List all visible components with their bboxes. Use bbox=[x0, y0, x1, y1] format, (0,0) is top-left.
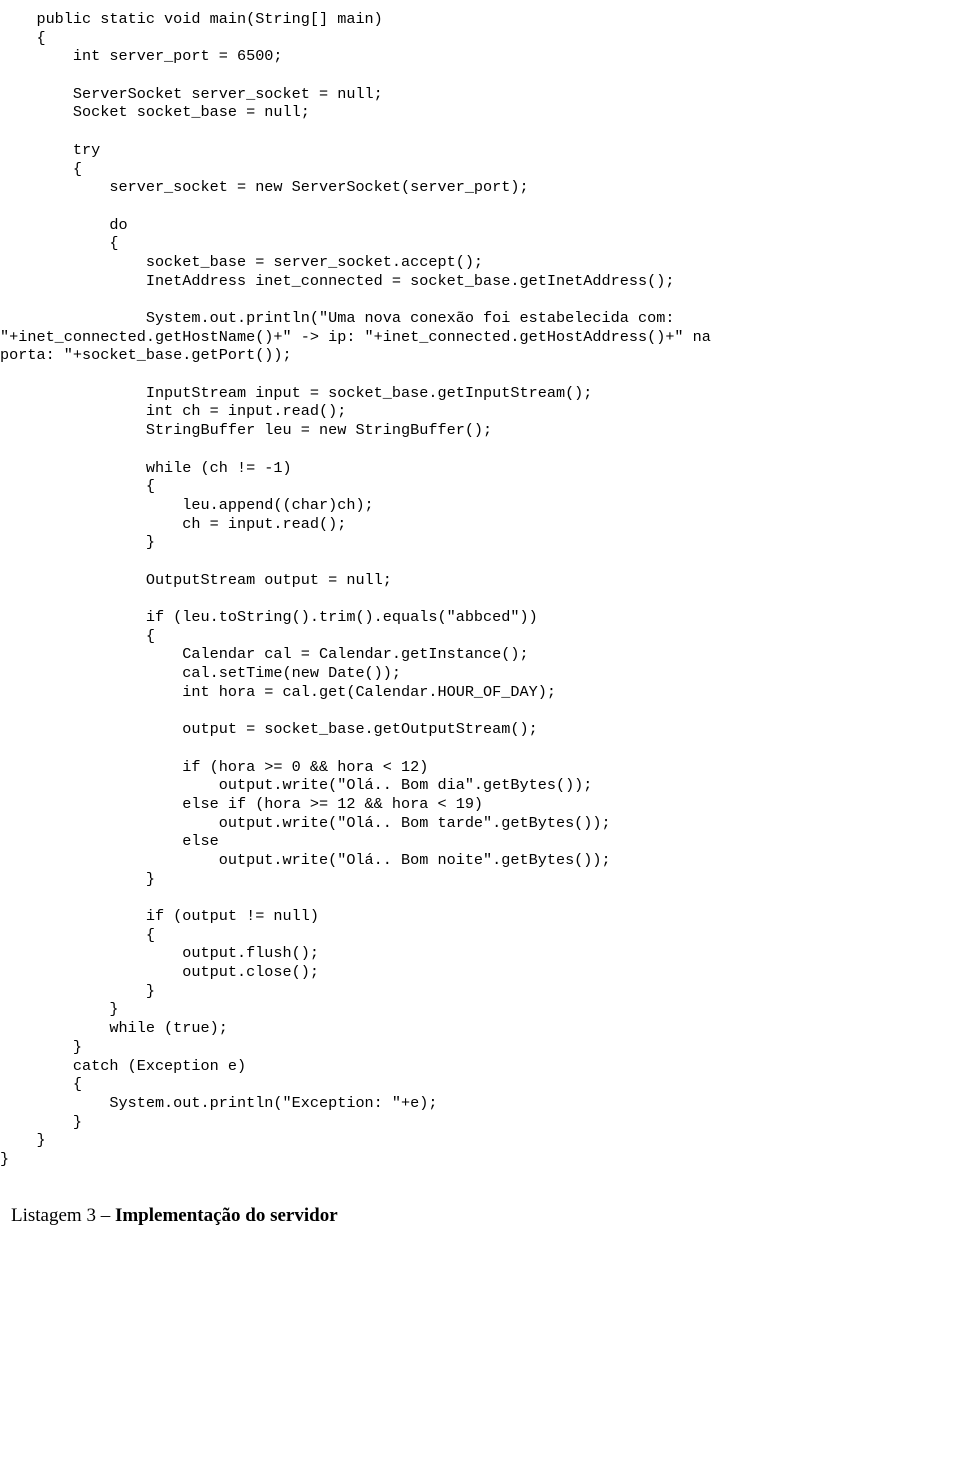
caption-title: Implementação do servidor bbox=[115, 1205, 338, 1226]
document-page: public static void main(String[] main) {… bbox=[0, 0, 960, 1227]
code-listing: public static void main(String[] main) {… bbox=[0, 10, 960, 1169]
listing-caption: Listagem 3 – Implementação do servidor bbox=[0, 1204, 960, 1227]
caption-prefix: Listagem 3 – bbox=[11, 1205, 115, 1226]
